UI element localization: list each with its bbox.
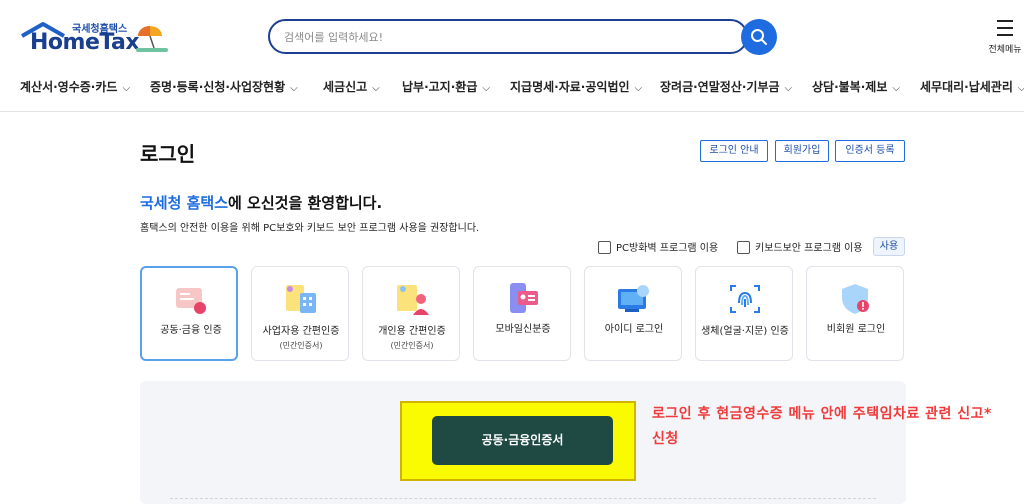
hometax-logo[interactable]: 국세청홈택스 HomeTax bbox=[20, 18, 170, 60]
hamburger-icon bbox=[997, 20, 1013, 41]
search-icon bbox=[751, 29, 767, 45]
search-box[interactable] bbox=[268, 19, 748, 54]
nav-item-incentives[interactable]: 장려금·연말정산·기부금 ⌵ bbox=[660, 78, 792, 95]
logo-title: HomeTax bbox=[30, 30, 140, 55]
login-method-personal-simple[interactable]: 개인용 간편인증 (민간인증서) bbox=[362, 266, 460, 361]
id-login-icon bbox=[618, 285, 649, 312]
checkbox-box[interactable] bbox=[598, 241, 611, 254]
main-nav: 계산서·영수증·카드 ⌵ 증명·등록·신청·사업장현황 ⌵ 세금신고 ⌵ 납부·고지·… bbox=[0, 72, 1024, 112]
nav-item-payment[interactable]: 납부·고지·환급 ⌵ bbox=[402, 78, 490, 95]
nav-item-receipts[interactable]: 계산서·영수증·카드 ⌵ bbox=[20, 78, 130, 95]
nav-item-tax-agent[interactable]: 세무대리·납세관리 ⌵ bbox=[920, 78, 1024, 95]
welcome-highlight: 국세청 홈택스 bbox=[140, 194, 229, 212]
annotation-note: 로그인 후 현금영수증 메뉴 안에 주택임차료 관련 신고*신청 bbox=[652, 406, 992, 447]
all-menu-label: 전체메뉴 bbox=[988, 45, 1022, 55]
certificate-icon bbox=[176, 288, 206, 314]
chevron-down-icon: ⌵ bbox=[892, 83, 900, 94]
login-methods: 공동·금융 인증 사업자용 간편인증 (민간인증서) 개인용 간편인증 (민간인… bbox=[140, 266, 906, 362]
welcome-subtext: 홈택스의 안전한 이용을 위해 PC보호와 키보드 보안 프로그램 사용을 권장… bbox=[140, 223, 480, 234]
login-method-certificate[interactable]: 공동·금융 인증 bbox=[140, 266, 238, 361]
chevron-down-icon: ⌵ bbox=[372, 83, 380, 94]
chevron-down-icon: ⌵ bbox=[122, 83, 131, 94]
chevron-down-icon: ⌵ bbox=[482, 83, 490, 94]
chevron-down-icon: ⌵ bbox=[1017, 83, 1024, 94]
firewall-checkbox[interactable]: PC방화벽 프로그램 이용 bbox=[598, 239, 718, 255]
chevron-down-icon: ⌵ bbox=[784, 83, 793, 94]
nav-item-consulting[interactable]: 상담·불복·제보 ⌵ bbox=[812, 78, 900, 95]
nav-item-statements[interactable]: 지급명세·자료·공익법인 ⌵ bbox=[510, 78, 642, 95]
login-method-guest[interactable]: 비회원 로그인 bbox=[806, 266, 904, 361]
use-button[interactable]: 사용 bbox=[873, 237, 905, 256]
nav-item-tax-report[interactable]: 세금신고 ⌵ bbox=[323, 78, 380, 95]
login-method-biometric[interactable]: 생체(얼굴·지문) 인증 bbox=[695, 266, 793, 361]
login-method-id[interactable]: 아이디 로그인 bbox=[584, 266, 682, 361]
header: 국세청홈택스 HomeTax 전체메뉴 bbox=[0, 0, 1024, 72]
divider bbox=[170, 498, 876, 499]
register-certificate-button[interactable]: 인증서 등록 bbox=[835, 140, 905, 162]
personal-simple-auth-icon bbox=[397, 285, 429, 315]
search-input[interactable] bbox=[284, 27, 724, 47]
welcome-text: 에 오신것을 환영합니다. bbox=[228, 194, 383, 212]
welcome-heading: 국세청 홈택스에 오신것을 환영합니다. bbox=[140, 192, 382, 213]
umbrella-deco-icon bbox=[136, 26, 168, 52]
signup-button[interactable]: 회원가입 bbox=[775, 140, 829, 162]
chevron-down-icon: ⌵ bbox=[634, 83, 643, 94]
mobile-id-icon bbox=[510, 283, 538, 313]
all-menu-button[interactable]: 전체메뉴 bbox=[985, 18, 1024, 58]
guest-shield-icon bbox=[842, 284, 869, 314]
chevron-down-icon: ⌵ bbox=[290, 83, 298, 94]
login-guide-button[interactable]: 로그인 안내 bbox=[700, 140, 768, 162]
login-method-business-simple[interactable]: 사업자용 간편인증 (민간인증서) bbox=[251, 266, 349, 361]
search-button[interactable] bbox=[741, 19, 777, 55]
keyboard-security-checkbox[interactable]: 키보드보안 프로그램 이용 bbox=[737, 239, 863, 255]
login-method-mobile-id[interactable]: 모바일신분증 bbox=[473, 266, 571, 361]
business-simple-auth-icon bbox=[286, 285, 316, 313]
checkbox-box[interactable] bbox=[737, 241, 750, 254]
page-title: 로그인 bbox=[140, 142, 196, 166]
nav-item-certificates[interactable]: 증명·등록·신청·사업장현황 ⌵ bbox=[150, 78, 298, 95]
fingerprint-icon bbox=[730, 285, 760, 313]
certificate-login-button[interactable]: 공동·금융인증서 bbox=[432, 416, 613, 465]
